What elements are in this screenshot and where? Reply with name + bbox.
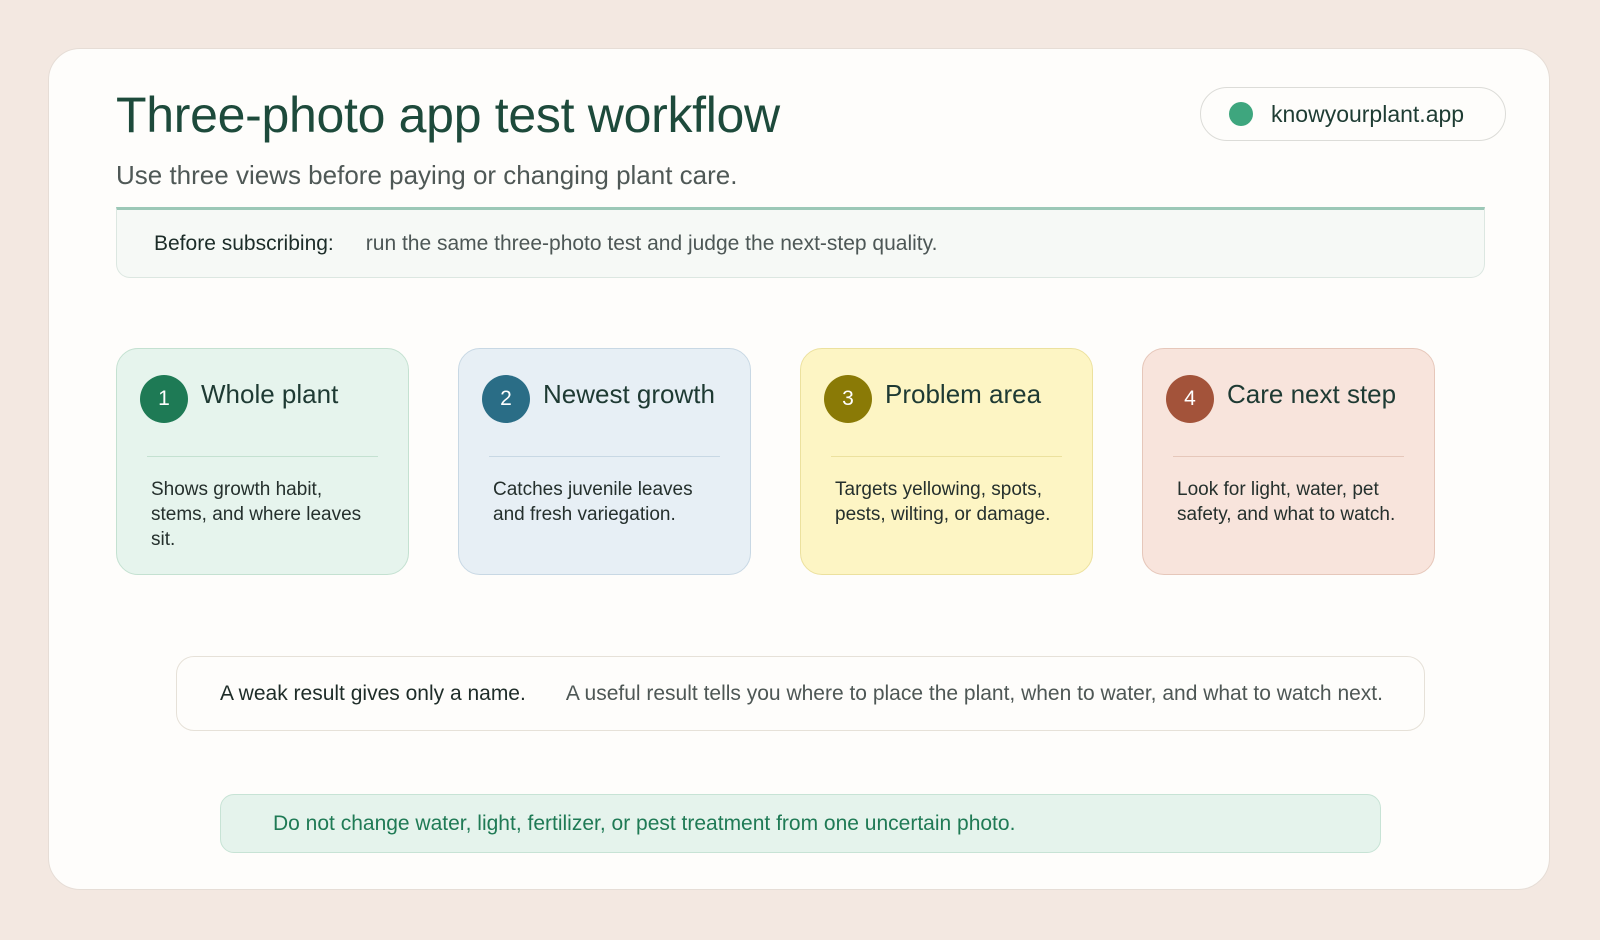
- brand-name: knowyourplant.app: [1271, 100, 1465, 127]
- step-number-badge: 2: [482, 375, 530, 423]
- step-description: Shows growth habit, stems, and where lea…: [151, 479, 362, 550]
- useful-result-text: A useful result tells you where to place…: [565, 681, 1383, 705]
- step-description: Look for light, water, pet safety, and w…: [1177, 479, 1396, 525]
- step-description: Catches juvenile leaves and fresh varieg…: [493, 479, 693, 525]
- page-subtitle: Use three views before paying or changin…: [116, 160, 738, 190]
- brand-dot-icon: [1229, 102, 1253, 126]
- note-label: Before subscribing:: [154, 231, 334, 255]
- step-card-2: 2 Newest growth Catches juvenile leaves …: [458, 348, 751, 575]
- step-card-1: 1 Whole plant Shows growth habit, stems,…: [116, 348, 409, 575]
- weak-result-text: A weak result gives only a name.: [220, 681, 526, 705]
- step-title: Whole plant: [201, 379, 339, 409]
- step-divider: [489, 456, 720, 457]
- step-card-3: 3 Problem area Targets yellowing, spots,…: [800, 348, 1093, 575]
- subscribe-note: Before subscribing: run the same three-p…: [116, 207, 1485, 278]
- page-title: Three-photo app test workflow: [116, 87, 780, 143]
- step-title: Problem area: [885, 379, 1042, 409]
- step-number-badge: 3: [824, 375, 872, 423]
- brand-pill[interactable]: knowyourplant.app: [1200, 87, 1506, 141]
- step-divider: [1173, 456, 1404, 457]
- step-divider: [831, 456, 1062, 457]
- step-number-badge: 4: [1166, 375, 1214, 423]
- step-title: Newest growth: [543, 379, 715, 409]
- warning-text: Do not change water, light, fertilizer, …: [273, 811, 1016, 835]
- step-card-4: 4 Care next step Look for light, water, …: [1142, 348, 1435, 575]
- step-title: Care next step: [1227, 379, 1397, 409]
- warning-banner: Do not change water, light, fertilizer, …: [220, 794, 1381, 853]
- note-text: run the same three-photo test and judge …: [365, 231, 938, 255]
- result-comparison: A weak result gives only a name. A usefu…: [176, 656, 1425, 731]
- step-number-badge: 1: [140, 375, 188, 423]
- step-divider: [147, 456, 378, 457]
- step-description: Targets yellowing, spots, pests, wilting…: [835, 479, 1051, 525]
